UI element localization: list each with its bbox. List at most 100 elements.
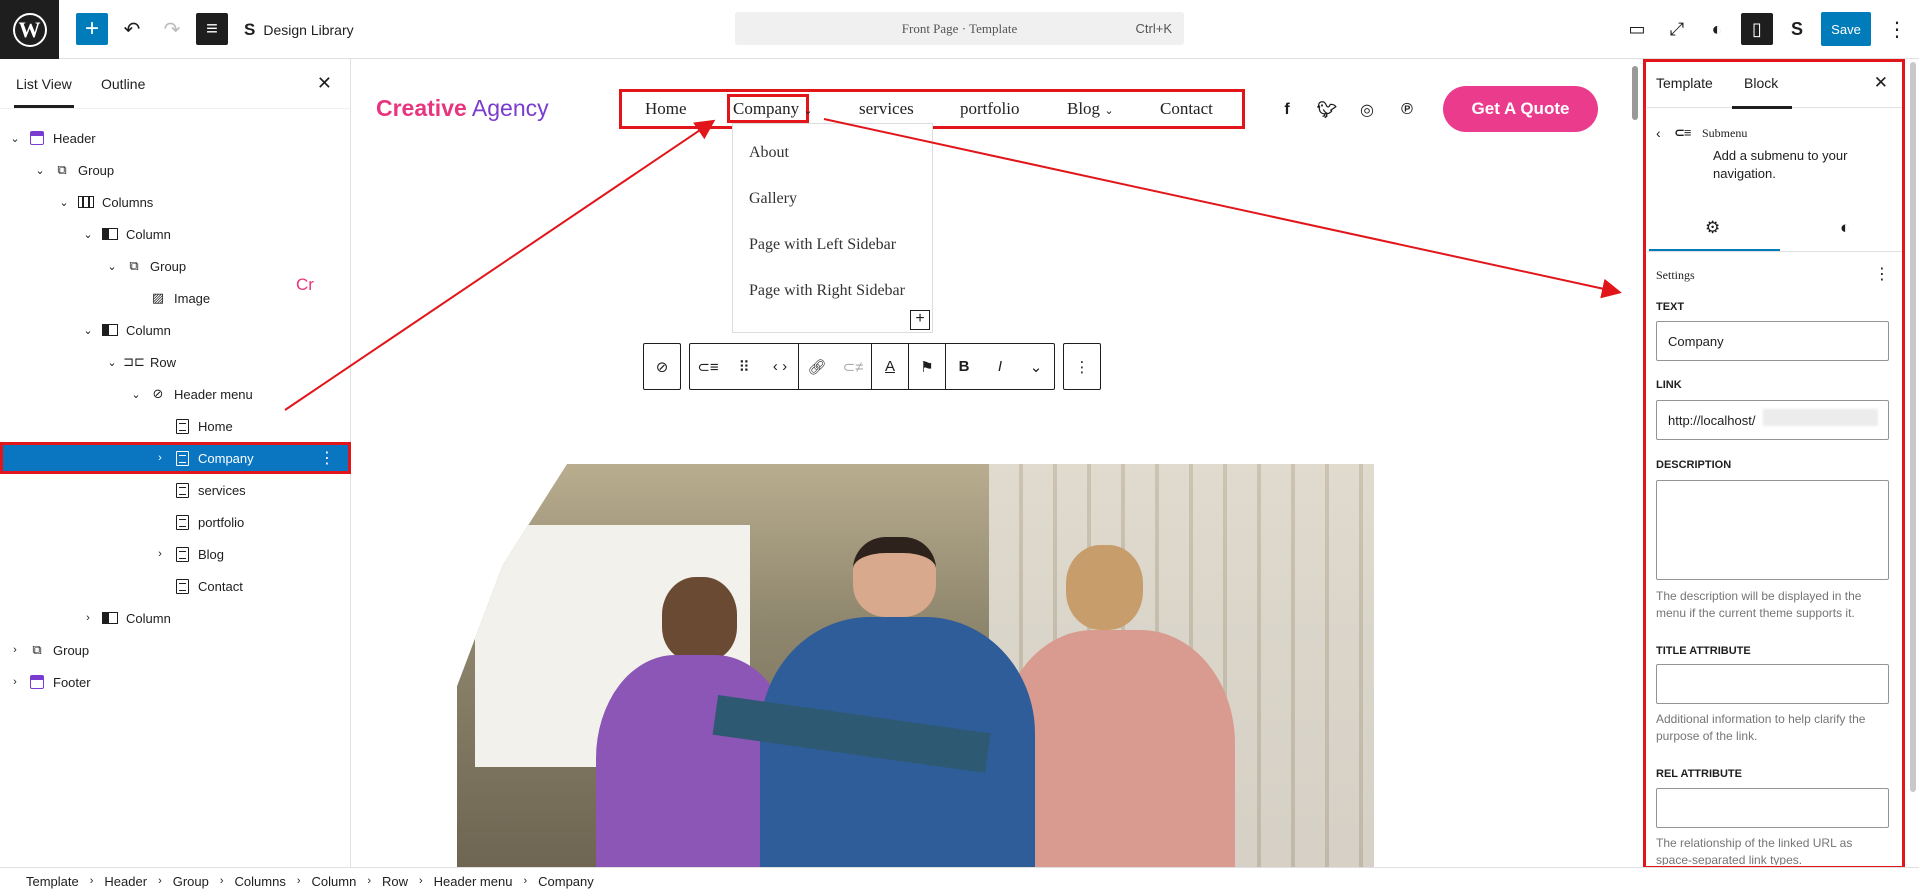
nav-services[interactable]: services [859, 99, 914, 119]
hero-image[interactable] [457, 464, 1374, 867]
pinterest-icon[interactable]: ℗ [1396, 99, 1418, 121]
settings-sidebar-icon[interactable]: ▯ [1741, 13, 1773, 45]
tree-node-group[interactable]: ⌄ ⧉ Group [0, 154, 351, 186]
redo-button[interactable]: ↷ [156, 13, 188, 45]
chevron-right-icon[interactable]: › [153, 548, 167, 560]
chevron-down-icon[interactable]: ⌄ [129, 388, 143, 401]
chevron-down-icon[interactable]: ⌄ [8, 132, 22, 145]
design-library-button[interactable]: S Design Library [244, 20, 354, 40]
chevron-right-icon[interactable]: › [81, 612, 95, 624]
editor-canvas[interactable]: Creative Agency Home Company ⌄ services … [352, 59, 1630, 867]
convert-to-link-icon[interactable]: ⊂≠ [835, 344, 871, 389]
chevron-right-icon[interactable]: › [8, 676, 22, 688]
tree-node-column[interactable]: › Column [0, 602, 351, 634]
nav-company[interactable]: Company ⌄ [733, 99, 813, 119]
bold-icon[interactable]: B [946, 344, 982, 389]
chevron-right-icon[interactable]: › [153, 452, 167, 464]
chevron-right-icon[interactable]: › [8, 644, 22, 656]
nav-blog[interactable]: Blog ⌄ [1067, 99, 1114, 119]
options-icon[interactable]: ⋮ [319, 448, 335, 468]
tree-node-home[interactable]: Home [0, 410, 351, 442]
submenu-block-icon[interactable]: ⊂≡ [690, 344, 726, 389]
chevron-down-icon[interactable]: ⌄ [105, 260, 119, 273]
breadcrumb-item[interactable]: Row [382, 874, 408, 889]
chevron-down-icon[interactable]: ⌄ [81, 228, 95, 241]
command-palette-bar[interactable]: Front Page · Template Ctrl+K [735, 12, 1184, 45]
tree-node-company[interactable]: › Company ⋮ [0, 442, 351, 474]
description-textarea[interactable] [1656, 480, 1889, 580]
breadcrumb-item[interactable]: Group [173, 874, 209, 889]
tree-node-column[interactable]: ⌄ Column [0, 218, 351, 250]
tree-node-header[interactable]: ⌄ Header [0, 122, 351, 154]
tree-node-blog[interactable]: › Blog [0, 538, 351, 570]
nav-contact[interactable]: Contact [1160, 99, 1213, 119]
chevron-down-icon[interactable]: ⌄ [33, 164, 47, 177]
canvas-scrollbar[interactable] [1632, 66, 1638, 120]
breadcrumb-item[interactable]: Column [312, 874, 357, 889]
close-icon[interactable]: ✕ [317, 73, 332, 94]
twitter-icon[interactable]: 🐦︎ [1316, 99, 1338, 121]
tab-template[interactable]: Template [1656, 75, 1713, 91]
rel-attribute-field[interactable] [1656, 788, 1889, 828]
tree-node-contact[interactable]: Contact [0, 570, 351, 602]
close-icon[interactable]: ✕ [1874, 73, 1888, 93]
tab-outline[interactable]: Outline [101, 76, 145, 92]
breadcrumb-item[interactable]: Company [538, 874, 594, 889]
facebook-icon[interactable]: f [1276, 99, 1298, 121]
wordpress-logo-button[interactable]: W [0, 0, 59, 59]
submenu-item-left-sidebar[interactable]: Page with Left Sidebar [749, 236, 896, 254]
tree-node-portfolio[interactable]: portfolio [0, 506, 351, 538]
tree-node-group[interactable]: › ⧉ Group [0, 634, 351, 666]
breadcrumb-item[interactable]: Header [104, 874, 147, 889]
undo-button[interactable]: ↶ [116, 13, 148, 45]
text-color-icon[interactable]: A [872, 344, 908, 389]
breadcrumb-item[interactable]: Header menu [434, 874, 513, 889]
add-submenu-item-icon[interactable]: + [910, 310, 930, 330]
tab-block[interactable]: Block [1731, 75, 1793, 109]
tree-node-columns[interactable]: ⌄ Columns [0, 186, 351, 218]
italic-icon[interactable]: I [982, 344, 1018, 389]
breadcrumb-item[interactable]: Columns [235, 874, 286, 889]
drag-handle-icon[interactable]: ⠿ [726, 344, 762, 389]
tree-node-header-menu[interactable]: ⌄ ⊘ Header menu [0, 378, 351, 410]
flag-icon[interactable]: ⚑ [909, 344, 945, 389]
desktop-preview-icon[interactable]: ▭ [1621, 13, 1653, 45]
add-block-button[interactable]: + [76, 13, 108, 45]
more-options-icon[interactable]: ⋮ [1881, 13, 1913, 45]
link-icon[interactable]: 🔗︎ [799, 344, 835, 389]
inspector-scrollbar[interactable] [1910, 62, 1916, 792]
navigation-compass-icon[interactable]: ⊘ [644, 344, 680, 389]
tree-node-services[interactable]: services [0, 474, 351, 506]
title-attribute-field[interactable] [1656, 664, 1889, 704]
nav-portfolio[interactable]: portfolio [960, 99, 1020, 119]
text-field[interactable]: Company [1656, 321, 1889, 361]
instagram-icon[interactable]: ◎ [1356, 99, 1378, 121]
save-button[interactable]: Save [1821, 12, 1871, 46]
chevron-down-icon[interactable]: ⌄ [1018, 344, 1054, 389]
back-chevron-icon[interactable]: ‹ [1656, 125, 1668, 141]
tree-node-column[interactable]: ⌄ Column [0, 314, 351, 346]
chevron-down-icon[interactable]: ⌄ [81, 324, 95, 337]
chevron-down-icon[interactable]: ⌄ [57, 196, 71, 209]
link-field[interactable]: http://localhost/ [1656, 400, 1889, 440]
site-logo[interactable]: Creative Agency [376, 95, 549, 122]
tree-node-footer[interactable]: › Footer [0, 666, 351, 698]
move-arrows-icon[interactable]: ‹ › [762, 344, 798, 389]
plugin-icon[interactable]: S [1781, 13, 1813, 45]
settings-options-icon[interactable]: ⋮ [1874, 264, 1890, 284]
settings-gear-icon[interactable]: ⚙ [1648, 218, 1782, 251]
submenu-item-about[interactable]: About [749, 144, 789, 162]
chevron-down-icon[interactable]: ⌄ [105, 356, 119, 369]
breadcrumb-item[interactable]: Template [26, 874, 79, 889]
tree-node-row[interactable]: ⌄ ⊐⊏ Row [0, 346, 351, 378]
submenu-item-right-sidebar[interactable]: Page with Right Sidebar [749, 282, 905, 300]
get-a-quote-button[interactable]: Get A Quote [1443, 86, 1598, 132]
nav-home[interactable]: Home [645, 99, 687, 119]
tab-list-view[interactable]: List View [14, 76, 74, 108]
expand-icon[interactable]: ⤢ [1661, 13, 1693, 45]
document-overview-button[interactable]: ≡ [196, 13, 228, 45]
styles-half-circle-icon[interactable]: ◐ [1840, 218, 1850, 238]
submenu-item-gallery[interactable]: Gallery [749, 190, 797, 208]
more-options-icon[interactable]: ⋮ [1064, 344, 1100, 389]
styles-contrast-icon[interactable]: ◐ [1701, 13, 1733, 45]
